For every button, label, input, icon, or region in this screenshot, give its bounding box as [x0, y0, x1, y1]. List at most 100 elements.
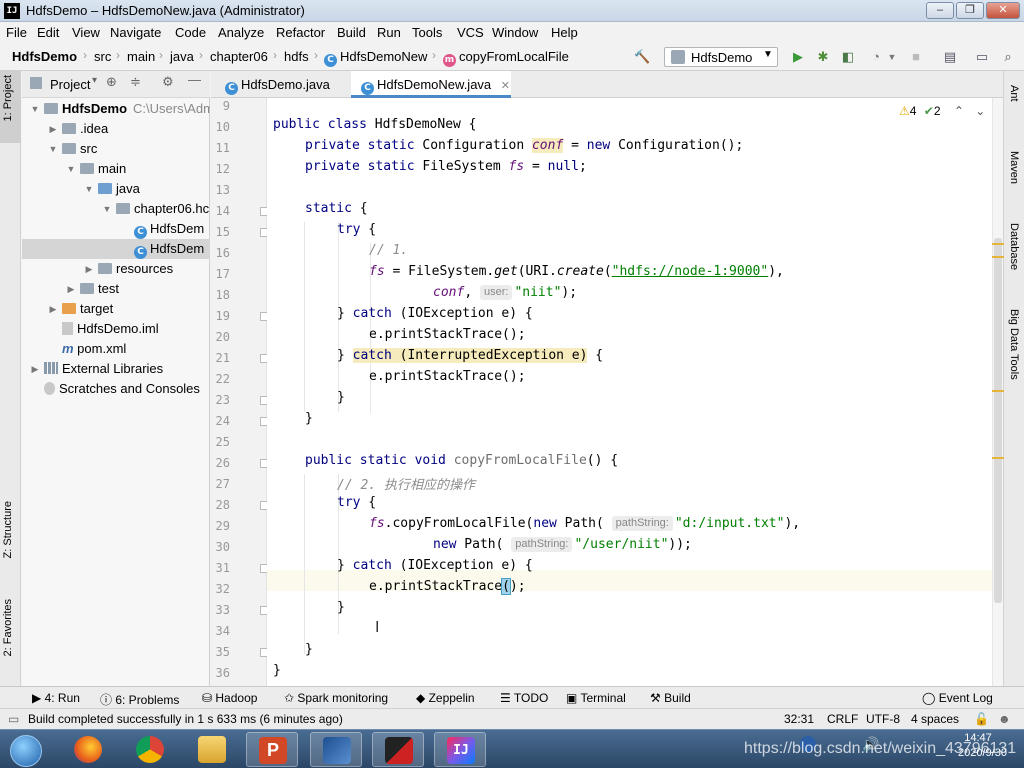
chevron-down-icon[interactable]: ▼: [30, 99, 40, 119]
run-configuration-selector[interactable]: HdfsDemo ▼: [664, 47, 778, 67]
start-button[interactable]: [4, 732, 50, 767]
previous-highlight-icon[interactable]: ⌃: [954, 104, 964, 118]
locate-icon[interactable]: ⊕: [106, 74, 117, 90]
menu-file[interactable]: File: [6, 25, 27, 40]
breadcrumb-java[interactable]: java: [170, 49, 194, 64]
debug-icon[interactable]: ✱: [815, 49, 831, 65]
inspection-widget[interactable]: ⚠4 ✔2 ⌃ ⌄: [899, 104, 985, 118]
token-string[interactable]: "hdfs://node-1:9000": [612, 264, 769, 279]
menu-navigate[interactable]: Navigate: [110, 25, 161, 40]
line-separator[interactable]: CRLF: [827, 712, 858, 726]
taskbar-clock[interactable]: 14:47 2020/9/30: [958, 731, 1007, 761]
taskbar-explorer[interactable]: [186, 732, 238, 767]
menu-edit[interactable]: Edit: [37, 25, 59, 40]
tool-todo[interactable]: ☰ TODO: [500, 691, 548, 705]
tool-run[interactable]: ▶ 4: Run: [32, 691, 80, 705]
tree-item[interactable]: ▶ External Libraries: [22, 359, 210, 379]
taskbar-powerpoint[interactable]: P: [246, 732, 298, 767]
breadcrumb-hdfs[interactable]: hdfs: [284, 49, 309, 64]
warning-stripe-marker[interactable]: [992, 243, 1004, 245]
chevron-right-icon[interactable]: ▶: [30, 359, 40, 379]
warning-stripe-marker[interactable]: [992, 256, 1004, 258]
project-structure-icon[interactable]: ▤: [942, 49, 958, 65]
breadcrumb-main[interactable]: main: [127, 49, 155, 64]
collapse-all-icon[interactable]: ≑: [130, 74, 141, 90]
menu-window[interactable]: Window: [492, 25, 538, 40]
project-panel-title[interactable]: Project: [50, 77, 90, 92]
chevron-down-icon[interactable]: ▼: [48, 139, 58, 159]
next-highlight-icon[interactable]: ⌄: [975, 104, 985, 118]
chevron-down-icon[interactable]: ▼: [884, 49, 900, 65]
breadcrumb-chapter06[interactable]: chapter06: [210, 49, 268, 64]
tree-item[interactable]: ▼ chapter06.hc: [22, 199, 210, 219]
tool-hadoop[interactable]: ⛁ Hadoop: [202, 691, 257, 705]
taskbar-virtualbox[interactable]: [310, 732, 362, 767]
menu-code[interactable]: Code: [175, 25, 206, 40]
layout-icon[interactable]: ▭: [974, 49, 990, 65]
taskbar-intellij[interactable]: IJ: [434, 732, 486, 767]
breadcrumb-class[interactable]: C HdfsDemoNew: [324, 49, 427, 67]
tool-tab-structure[interactable]: Z: Structure: [2, 501, 14, 558]
tree-item[interactable]: ▼ java: [22, 179, 210, 199]
tool-build[interactable]: ⚒ Build: [650, 691, 691, 705]
menu-refactor[interactable]: Refactor: [276, 25, 325, 40]
minimize-button[interactable]: –: [926, 2, 954, 19]
tab-hdfsdemo-java[interactable]: C HdfsDemo.java: [215, 71, 350, 98]
run-icon[interactable]: ▶: [790, 49, 806, 65]
close-tab-icon[interactable]: ✕: [501, 80, 510, 92]
build-hammer-icon[interactable]: 🔨: [634, 49, 650, 65]
tool-terminal[interactable]: ▣ Terminal: [566, 691, 626, 705]
stop-icon[interactable]: ■: [908, 49, 924, 65]
taskbar-screen-recorder[interactable]: [372, 732, 424, 767]
menu-tools[interactable]: Tools: [412, 25, 442, 40]
inspector-icon[interactable]: ☻: [998, 712, 1011, 726]
warning-stripe-marker[interactable]: [992, 390, 1004, 392]
chevron-down-icon[interactable]: ▾: [92, 75, 97, 86]
profile-icon[interactable]: ◔: [868, 49, 884, 65]
indent-setting[interactable]: 4 spaces: [911, 712, 959, 726]
menu-view[interactable]: View: [72, 25, 100, 40]
tree-item[interactable]: ▶ target: [22, 299, 210, 319]
maximize-button[interactable]: ❐: [956, 2, 984, 19]
menu-run[interactable]: Run: [377, 25, 401, 40]
tab-hdfsdemonew-java[interactable]: C HdfsDemoNew.java ✕: [351, 71, 511, 98]
taskbar-chrome[interactable]: [124, 732, 176, 767]
chevron-right-icon[interactable]: ▶: [48, 299, 58, 319]
close-button[interactable]: ✕: [986, 2, 1020, 19]
chevron-right-icon[interactable]: ▶: [84, 259, 94, 279]
coverage-icon[interactable]: ◧: [840, 49, 856, 65]
chevron-down-icon[interactable]: ▼: [102, 199, 112, 219]
tree-item[interactable]: ▼ main: [22, 159, 210, 179]
gear-icon[interactable]: ⚙: [162, 74, 174, 90]
tree-item[interactable]: ▶ resources: [22, 259, 210, 279]
tree-item[interactable]: HdfsDemo.iml: [22, 319, 210, 339]
tree-item[interactable]: C HdfsDem: [22, 239, 210, 259]
tool-zeppelin[interactable]: ◆ Zeppelin: [416, 691, 475, 705]
tree-item[interactable]: ▼ src: [22, 139, 210, 159]
breadcrumb-method[interactable]: m copyFromLocalFile: [443, 49, 569, 67]
scrollbar-thumb[interactable]: [994, 238, 1002, 603]
tool-tab-favorites[interactable]: 2: Favorites: [2, 599, 14, 656]
menu-vcs[interactable]: VCS: [457, 25, 484, 40]
status-toggle-icon[interactable]: ▭: [8, 712, 19, 726]
search-icon[interactable]: ⌕: [1000, 49, 1016, 65]
tree-item[interactable]: ▶ .idea: [22, 119, 210, 139]
menu-help[interactable]: Help: [551, 25, 578, 40]
tool-problems[interactable]: ⓘ 6: Problems: [100, 691, 179, 708]
tree-item[interactable]: ▼ HdfsDemo C:\Users\Adm: [22, 99, 210, 119]
tool-tab-database[interactable]: Database: [1008, 223, 1020, 270]
breadcrumb-project[interactable]: HdfsDemo: [12, 49, 77, 64]
tool-spark-monitoring[interactable]: ✩ Spark monitoring: [284, 691, 388, 705]
tool-event-log[interactable]: ◯ Event Log: [922, 691, 993, 705]
editor-scrollbar[interactable]: [992, 98, 1004, 686]
tool-tab-maven[interactable]: Maven: [1008, 151, 1020, 184]
tool-tab-project[interactable]: 1: Project: [2, 75, 14, 121]
tree-item[interactable]: m pom.xml: [22, 339, 210, 359]
tree-item[interactable]: Scratches and Consoles: [22, 379, 210, 399]
taskbar-firefox[interactable]: [62, 732, 114, 767]
tree-item[interactable]: C HdfsDem: [22, 219, 210, 239]
chevron-down-icon[interactable]: ▼: [66, 159, 76, 179]
chevron-right-icon[interactable]: ▶: [66, 279, 76, 299]
menu-analyze[interactable]: Analyze: [218, 25, 264, 40]
tree-item[interactable]: ▶ test: [22, 279, 210, 299]
